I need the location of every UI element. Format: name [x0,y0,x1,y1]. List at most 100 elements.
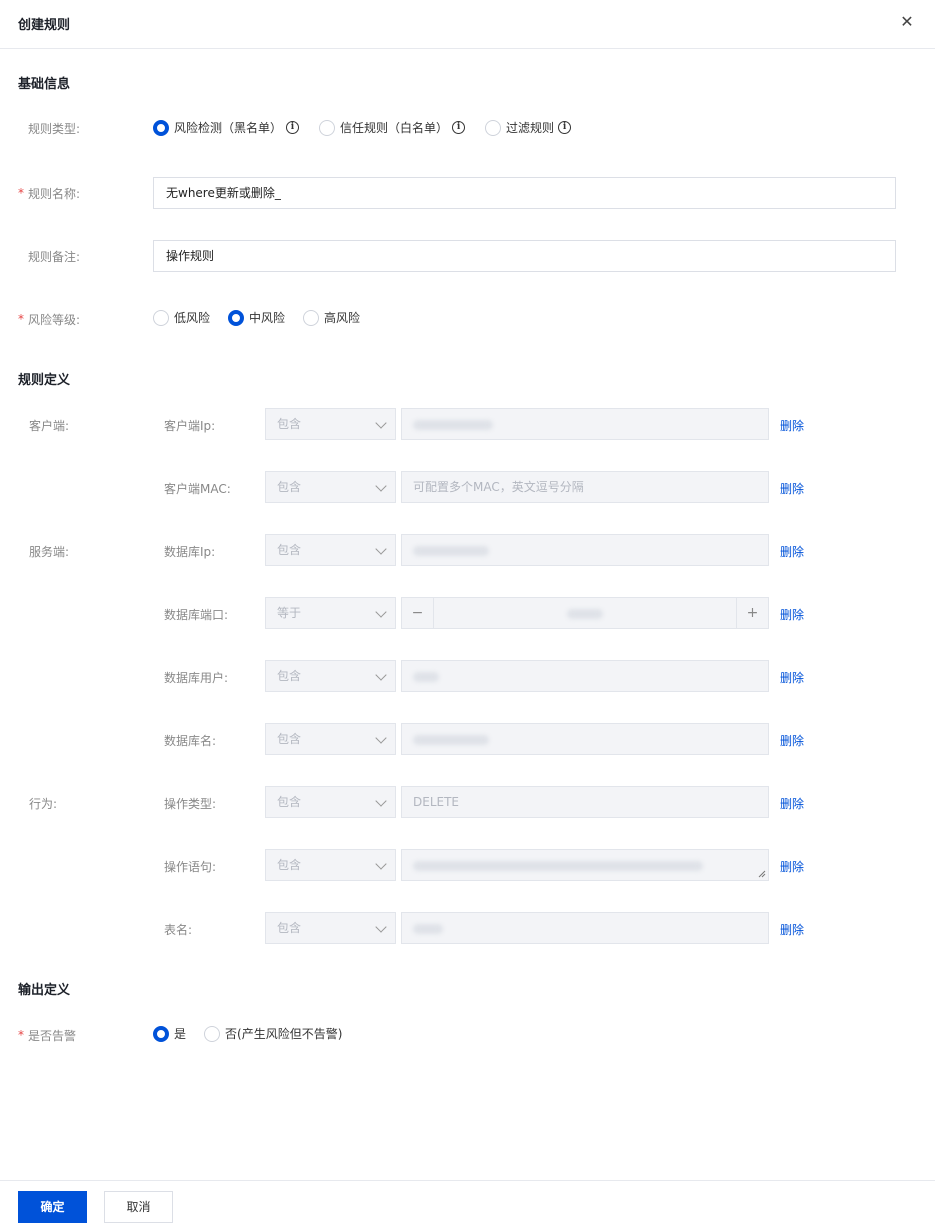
operator-value: 包含 [277,669,302,683]
field-label-op-statement: 操作语句: [164,860,217,874]
operator-select-op-statement[interactable]: 包含 [265,849,396,881]
chevron-down-icon [375,417,387,429]
radio-checked-icon [153,1025,169,1042]
alert-label: 是否告警 [18,1027,76,1044]
rule-type-option-blacklist[interactable]: 风险检测（黑名单） i [153,119,300,136]
redacted-value [567,608,603,619]
group-label-client: 客户端: [29,419,70,433]
value-input-db-user[interactable] [401,660,769,692]
operator-select-table-name[interactable]: 包含 [265,912,396,944]
chevron-down-icon [375,480,387,492]
value-textarea-op-statement[interactable] [401,849,769,881]
resize-handle-icon[interactable] [758,870,766,878]
delete-link-db-user[interactable]: 删除 [780,669,804,686]
cancel-button[interactable]: 取消 [104,1191,173,1223]
value-input-db-ip[interactable] [401,534,769,566]
operator-select-db-name[interactable]: 包含 [265,723,396,755]
operator-select-op-type[interactable]: 包含 [265,786,396,818]
value-input-table-name[interactable] [401,912,769,944]
radio-unchecked-icon [153,309,169,326]
value-input-op-type[interactable]: DELETE [401,786,769,818]
value-input-db-name[interactable] [401,723,769,755]
rule-type-option-filter[interactable]: 过滤规则 i [485,119,572,136]
rule-name-input[interactable]: 无where更新或删除_ [153,177,896,209]
risk-level-option-label: 高风险 [324,311,361,325]
delete-link-db-ip[interactable]: 删除 [780,543,804,560]
chevron-down-icon [375,732,387,744]
rule-type-option-whitelist[interactable]: 信任规则（白名单） i [319,119,466,136]
field-label-client-ip: 客户端Ip: [164,419,216,433]
operator-select-client-ip[interactable]: 包含 [265,408,396,440]
radio-checked-icon [153,119,169,136]
rule-type-option-label: 信任规则（白名单） [340,121,449,135]
risk-level-radio-group: 低风险 中风险 高风险 [153,309,372,326]
alert-option-label: 是 [174,1027,187,1041]
section-title-definition: 规则定义 [18,373,71,388]
chevron-down-icon [375,921,387,933]
radio-unchecked-icon [303,309,320,326]
port-stepper[interactable]: − + [401,597,769,629]
redacted-value [413,419,493,430]
alert-radio-group: 是 否(产生风险但不告警) [153,1025,354,1042]
redacted-value [413,671,439,682]
delete-link-op-statement[interactable]: 删除 [780,858,804,875]
field-label-db-ip: 数据库Ip: [164,545,216,559]
field-label-client-mac: 客户端MAC: [164,482,231,496]
group-label-behavior: 行为: [29,797,58,811]
chevron-down-icon [375,543,387,555]
redacted-value [413,923,443,934]
operator-select-db-user[interactable]: 包含 [265,660,396,692]
confirm-button[interactable]: 确定 [18,1191,87,1223]
radio-checked-icon [228,309,245,326]
rule-type-radio-group: 风险检测（黑名单） i 信任规则（白名单） i 过滤规则 i [153,119,583,136]
risk-level-option-label: 低风险 [174,311,211,325]
rule-type-option-label: 过滤规则 [506,121,555,135]
operator-select-db-ip[interactable]: 包含 [265,534,396,566]
risk-level-option-high[interactable]: 高风险 [303,309,360,326]
info-icon[interactable]: i [558,121,572,134]
group-label-server: 服务端: [29,545,70,559]
operator-value: 等于 [277,606,302,620]
field-label-op-type: 操作类型: [164,797,217,811]
rule-note-label: 规则备注: [28,250,81,264]
alert-option-no[interactable]: 否(产生风险但不告警) [204,1025,342,1042]
redacted-value [413,545,489,556]
risk-level-option-medium[interactable]: 中风险 [228,309,285,326]
delete-link-db-name[interactable]: 删除 [780,732,804,749]
operator-value: 包含 [277,795,302,809]
operator-value: 包含 [277,543,302,557]
operator-select-db-port[interactable]: 等于 [265,597,396,629]
field-label-db-user: 数据库用户: [164,671,229,685]
alert-option-label: 否(产生风险但不告警) [225,1027,343,1041]
minus-button[interactable]: − [402,598,434,628]
radio-unchecked-icon [204,1025,221,1042]
risk-level-option-low[interactable]: 低风险 [153,309,210,326]
operator-value: 包含 [277,417,302,431]
field-label-db-name: 数据库名: [164,734,217,748]
rule-note-input[interactable]: 操作规则 [153,240,896,272]
plus-button[interactable]: + [736,598,768,628]
delete-link-db-port[interactable]: 删除 [780,606,804,623]
delete-link-op-type[interactable]: 删除 [780,795,804,812]
close-icon[interactable]: ✕ [897,12,917,32]
operator-select-client-mac[interactable]: 包含 [265,471,396,503]
value-input-client-ip[interactable] [401,408,769,440]
alert-option-yes[interactable]: 是 [153,1025,186,1042]
section-title-output: 输出定义 [18,983,71,998]
risk-level-option-label: 中风险 [249,311,286,325]
info-icon[interactable]: i [286,121,300,134]
dialog-footer: 确定 取消 [0,1180,935,1223]
delete-link-client-ip[interactable]: 删除 [780,417,804,434]
field-label-db-port: 数据库端口: [164,608,229,622]
info-icon[interactable]: i [452,121,466,134]
value-input-client-mac[interactable]: 可配置多个MAC，英文逗号分隔 [401,471,769,503]
delete-link-client-mac[interactable]: 删除 [780,480,804,497]
chevron-down-icon [375,606,387,618]
rule-name-label: 规则名称: [18,185,80,202]
delete-link-table-name[interactable]: 删除 [780,921,804,938]
placeholder-text: 可配置多个MAC，英文逗号分隔 [413,480,584,494]
dialog-header: 创建规则 ✕ [0,0,935,49]
field-label-table-name: 表名: [164,923,193,937]
radio-unchecked-icon [485,119,502,136]
risk-level-label: 风险等级: [18,311,80,328]
